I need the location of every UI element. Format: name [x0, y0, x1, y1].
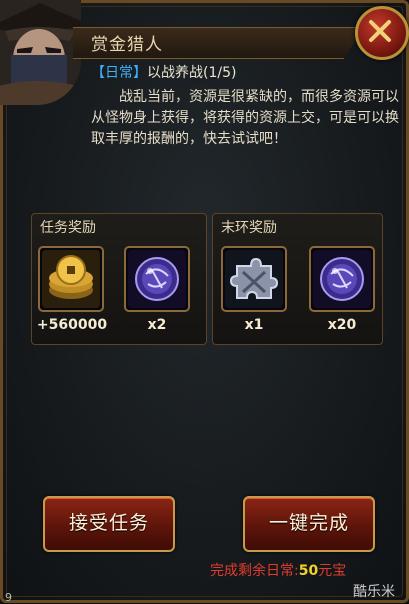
close-icon	[369, 20, 391, 42]
footer-note-amount: 50	[298, 563, 319, 579]
final-reward-box: 末环奖励 x1 x20	[212, 213, 383, 345]
quest-panel: 赏金猎人 【日常】以战养战(1/5) 战乱当前，资源是很紧缺的，而很多资源可以从…	[0, 0, 409, 604]
task-reward-box: 任务奖励 +560000 x2	[31, 213, 207, 345]
reward-quantity: x20	[327, 317, 357, 333]
task-reward-title: 任务奖励	[40, 220, 96, 236]
corner-number: 9	[5, 591, 12, 604]
quest-type: 【日常】	[91, 65, 147, 81]
title-bar: 赏金猎人	[73, 13, 373, 59]
quest-name: 以战养战	[147, 65, 203, 81]
watermark: 酷乐米	[353, 584, 395, 600]
quest-heading: 【日常】以战养战(1/5)	[91, 63, 401, 83]
reward-item-orb[interactable]	[124, 246, 190, 312]
close-button[interactable]	[355, 6, 409, 60]
puzzle-piece-icon	[225, 250, 283, 308]
purple-orb-icon	[313, 250, 371, 308]
accept-quest-button[interactable]: 接受任务	[43, 496, 175, 552]
reward-item-puzzle[interactable]	[221, 246, 287, 312]
instant-complete-button[interactable]: 一键完成	[243, 496, 375, 552]
window-title: 赏金猎人	[91, 35, 163, 55]
footer-note-label: 完成剩余日常:	[210, 563, 299, 579]
quest-progress: (1/5)	[203, 65, 237, 81]
quest-description: 战乱当前，资源是很紧缺的，而很多资源可以从怪物身上获得，将获得的资源上交，可是可…	[91, 89, 399, 147]
footer-note: 完成剩余日常:50元宝	[210, 560, 346, 580]
npc-portrait	[0, 0, 81, 105]
purple-orb-icon	[128, 250, 186, 308]
gold-coin-icon	[42, 250, 100, 308]
reward-quantity: +560000	[36, 317, 108, 333]
quest-info: 【日常】以战养战(1/5) 战乱当前，资源是很紧缺的，而很多资源可以从怪物身上获…	[91, 63, 401, 150]
reward-quantity: x1	[244, 317, 264, 333]
reward-item-orb[interactable]	[309, 246, 375, 312]
reward-item-gold[interactable]	[38, 246, 104, 312]
reward-quantity: x2	[147, 317, 167, 333]
footer-note-currency: 元宝	[318, 563, 347, 579]
final-reward-title: 末环奖励	[221, 220, 277, 236]
